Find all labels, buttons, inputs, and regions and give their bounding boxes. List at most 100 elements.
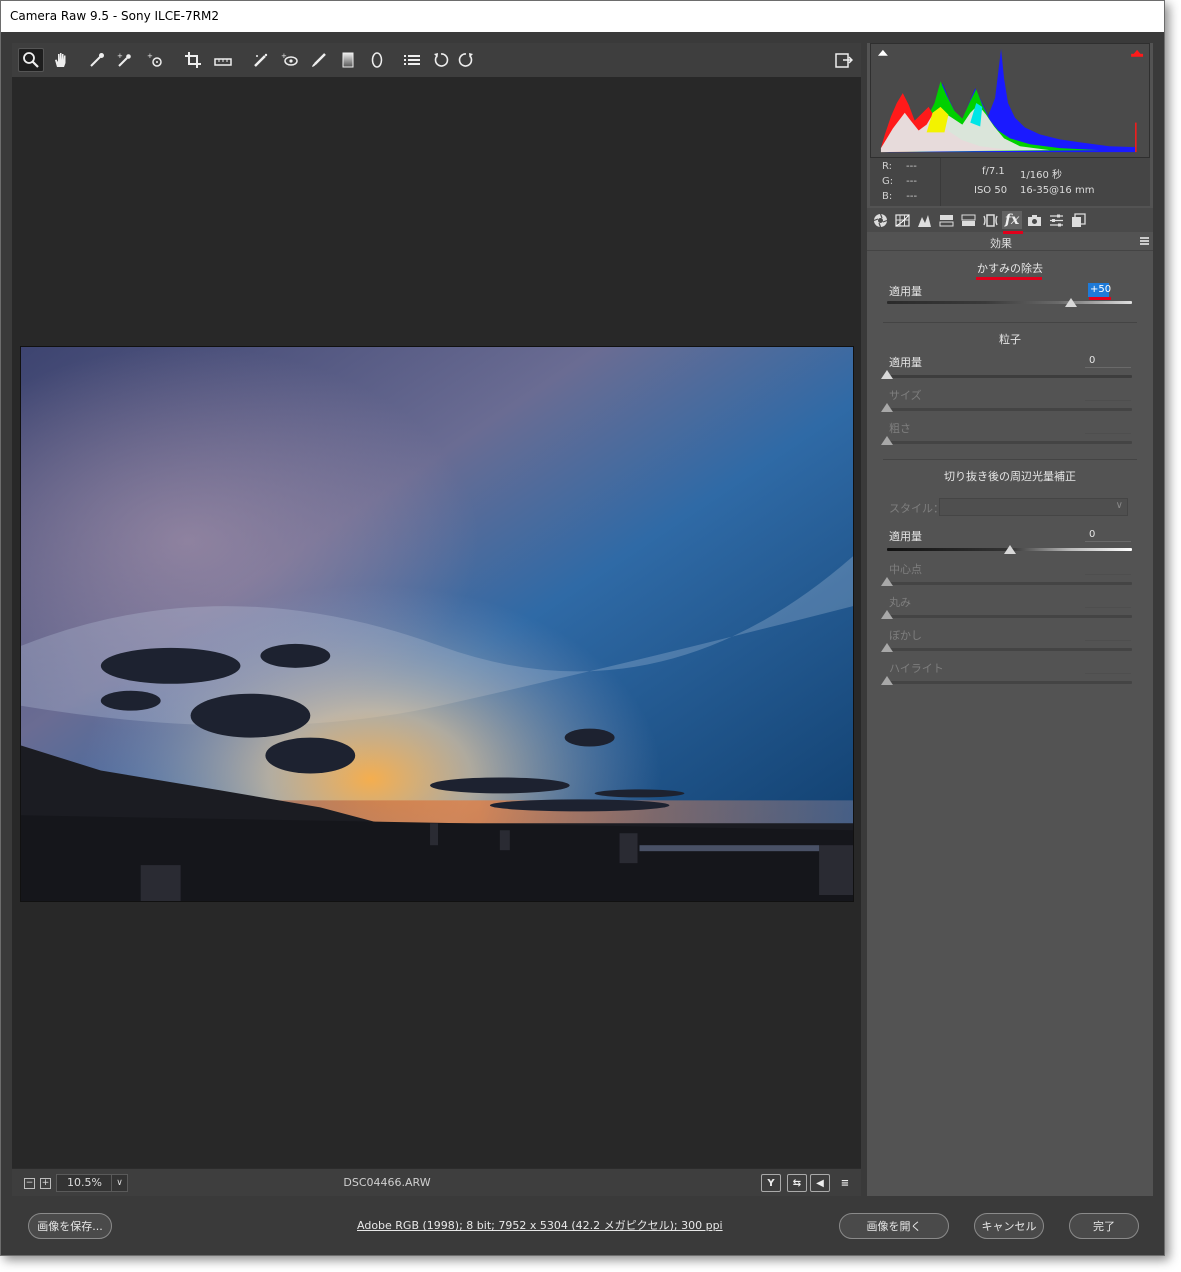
zoom-in-button[interactable]: +	[40, 1178, 51, 1189]
vignette-highlights-value	[1085, 660, 1131, 674]
detail-icon	[917, 214, 931, 227]
fullscreen-toggle-button[interactable]	[831, 48, 857, 72]
preview-panel: + + + − + 10.5% ∨ DSC04466.ARW Y ⇆ ◀ ≡	[12, 43, 861, 1196]
vignette-highlights-thumb	[881, 676, 893, 685]
preferences-button[interactable]	[399, 48, 425, 72]
adjustment-brush-tool[interactable]	[306, 48, 332, 72]
rotate-cw-icon	[458, 53, 473, 67]
image-preview-area[interactable]	[12, 77, 861, 1167]
chevron-down-icon: ∨	[111, 1175, 127, 1191]
radial-filter-tool[interactable]	[364, 48, 390, 72]
cancel-button[interactable]: キャンセル	[974, 1213, 1044, 1239]
graduated-filter-icon	[342, 52, 354, 68]
b-label: B:	[882, 191, 893, 202]
straighten-tool[interactable]	[210, 48, 236, 72]
svg-text:+: +	[117, 52, 123, 60]
grain-amount-value[interactable]: 0	[1085, 354, 1131, 368]
vignette-amount-thumb[interactable]	[1003, 545, 1016, 554]
eyedropper-icon	[90, 53, 104, 67]
tab-tone-curve[interactable]	[893, 211, 911, 229]
fx-icon: fx	[1004, 212, 1020, 228]
tab-hsl[interactable]	[937, 211, 955, 229]
dehaze-amount-thumb[interactable]	[1064, 298, 1077, 307]
graduated-filter-tool[interactable]	[335, 48, 361, 72]
vignette-amount-value[interactable]: 0	[1085, 528, 1131, 542]
save-image-button[interactable]: 画像を保存...	[28, 1213, 112, 1239]
spot-removal-tool[interactable]	[248, 48, 274, 72]
pixel-info: R: --- G: --- B: --- f/7.1 1/160 秒 ISO 50 1…	[870, 158, 1150, 206]
iso-value: ISO 50	[974, 185, 1008, 196]
snapshots-icon	[1071, 212, 1086, 227]
grain-roughness-value	[1085, 420, 1131, 434]
histogram-graph	[876, 44, 1144, 153]
lens-icon	[982, 213, 998, 227]
copy-settings-button[interactable]: ◀	[810, 1174, 830, 1192]
rotate-right-button[interactable]	[453, 48, 479, 72]
grain-amount-slider[interactable]	[881, 370, 1132, 379]
before-after-view-button[interactable]: Y	[761, 1174, 781, 1192]
camera-raw-window: Camera Raw 9.5 - Sony ILCE-7RM2 + + + − …	[0, 0, 1165, 1256]
split-toning-icon	[961, 214, 975, 226]
vignette-roundness-slider	[881, 610, 1132, 619]
tool-bar: + + +	[12, 43, 861, 77]
vignette-midpoint-value	[1085, 561, 1131, 575]
tab-snapshots[interactable]	[1069, 211, 1087, 229]
vignette-feather-thumb	[881, 643, 893, 652]
g-label: G:	[882, 176, 894, 187]
vignette-amount-label: 適用量	[889, 530, 922, 543]
grain-roughness-thumb	[881, 436, 893, 445]
vignette-midpoint-thumb	[881, 577, 893, 586]
crop-tool[interactable]	[180, 48, 206, 72]
tab-basic[interactable]	[871, 211, 889, 229]
panel-header: 効果	[867, 232, 1153, 251]
tab-detail[interactable]	[915, 211, 933, 229]
tab-effects[interactable]: fx	[1002, 211, 1022, 229]
tab-lens-corrections[interactable]	[981, 211, 999, 229]
grain-title: 粒子	[999, 333, 1021, 346]
tab-presets[interactable]	[1047, 211, 1065, 229]
open-image-button[interactable]: 画像を開く	[839, 1213, 949, 1239]
vignette-roundness-value	[1085, 594, 1131, 608]
zoom-level-select[interactable]: 10.5% ∨	[56, 1174, 128, 1192]
grain-roughness-label: 粗さ	[889, 422, 911, 435]
g-value: ---	[906, 176, 917, 187]
targeted-adjustment-tool[interactable]: +	[142, 48, 168, 72]
swap-settings-button[interactable]: ⇆	[787, 1174, 807, 1192]
vignette-midpoint-label: 中心点	[889, 563, 922, 576]
histogram	[870, 43, 1150, 158]
red-eye-tool[interactable]: +	[277, 48, 303, 72]
vignette-amount-slider[interactable]	[887, 545, 1132, 554]
dehaze-amount-slider[interactable]	[887, 298, 1132, 307]
b-value: ---	[906, 191, 918, 202]
vignette-midpoint-slider	[881, 577, 1132, 586]
grain-roughness-slider	[881, 436, 1132, 445]
grain-amount-thumb[interactable]	[881, 370, 893, 379]
toggle-settings-button[interactable]: ≡	[835, 1174, 855, 1192]
photo-preview[interactable]	[20, 346, 854, 902]
grain-size-value	[1085, 387, 1131, 401]
done-button[interactable]: 完了	[1069, 1213, 1139, 1239]
grain-amount-label: 適用量	[889, 356, 922, 369]
panel-title: 効果	[990, 237, 1012, 250]
tab-split-toning[interactable]	[959, 211, 977, 229]
hsl-icon	[939, 214, 953, 226]
white-balance-tool[interactable]	[84, 48, 110, 72]
workflow-options-link[interactable]: Adobe RGB (1998); 8 bit; 7952 x 5304 (42…	[357, 1217, 723, 1233]
panel-menu-icon[interactable]	[1140, 237, 1149, 245]
shutter-value: 1/160 秒	[1020, 170, 1062, 181]
vignette-roundness-thumb	[881, 610, 893, 619]
zoom-tool[interactable]	[18, 48, 44, 72]
vignette-style-select: ∨	[939, 498, 1128, 516]
list-icon	[404, 55, 420, 65]
chevron-down-icon: ∨	[1115, 500, 1123, 511]
tab-camera-calibration[interactable]	[1025, 211, 1043, 229]
zoom-out-button[interactable]: −	[24, 1178, 35, 1189]
hand-tool[interactable]	[48, 48, 74, 72]
color-sampler-tool[interactable]: +	[112, 48, 138, 72]
rotate-left-button[interactable]	[428, 48, 454, 72]
radial-filter-icon	[371, 52, 383, 68]
vignette-style-label: スタイル：	[889, 502, 944, 515]
tone-curve-icon	[894, 213, 910, 227]
dehaze-amount-value[interactable]: +50	[1088, 283, 1111, 297]
grain-size-slider	[881, 403, 1132, 412]
